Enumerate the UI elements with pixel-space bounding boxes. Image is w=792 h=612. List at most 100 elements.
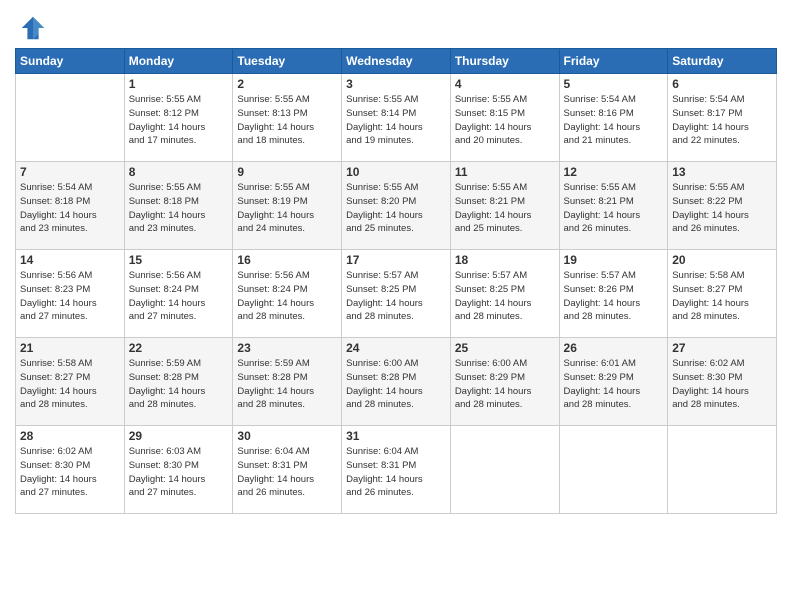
day-info: Sunrise: 5:57 AM Sunset: 8:26 PM Dayligh… <box>564 269 664 324</box>
calendar-week-row: 14 Sunrise: 5:56 AM Sunset: 8:23 PM Dayli… <box>16 250 777 338</box>
day-info: Sunrise: 5:55 AM Sunset: 8:21 PM Dayligh… <box>455 181 555 236</box>
calendar-table: SundayMondayTuesdayWednesdayThursdayFrid… <box>15 48 777 514</box>
day-info: Sunrise: 5:54 AM Sunset: 8:16 PM Dayligh… <box>564 93 664 148</box>
calendar-cell: 24Sunrise: 6:00 AM Sunset: 8:28 PM Dayli… <box>342 338 451 426</box>
day-info: Sunrise: 5:55 AM Sunset: 8:18 PM Dayligh… <box>129 181 229 236</box>
calendar-cell: 26 Sunrise: 6:01 AM Sunset: 8:29 PM Dayli… <box>559 338 668 426</box>
day-number: 26 <box>564 341 664 355</box>
calendar-header-saturday: Saturday <box>668 49 777 74</box>
day-number: 19 <box>564 253 664 267</box>
day-info: Sunrise: 5:57 AM Sunset: 8:25 PM Dayligh… <box>346 269 446 324</box>
calendar-cell <box>559 426 668 514</box>
page: SundayMondayTuesdayWednesdayThursdayFrid… <box>0 0 792 612</box>
calendar-cell: 25 Sunrise: 6:00 AM Sunset: 8:29 PM Dayli… <box>450 338 559 426</box>
day-number: 25 <box>455 341 555 355</box>
calendar-week-row: 21Sunrise: 5:58 AM Sunset: 8:27 PM Dayli… <box>16 338 777 426</box>
day-info: Sunrise: 5:55 AM Sunset: 8:21 PM Dayligh… <box>564 181 664 236</box>
day-number: 30 <box>237 429 337 443</box>
calendar-cell: 31Sunrise: 6:04 AM Sunset: 8:31 PM Dayli… <box>342 426 451 514</box>
calendar-header-tuesday: Tuesday <box>233 49 342 74</box>
header <box>15 10 777 42</box>
calendar-cell: 13 Sunrise: 5:55 AM Sunset: 8:22 PM Dayli… <box>668 162 777 250</box>
calendar-cell: 30 Sunrise: 6:04 AM Sunset: 8:31 PM Dayli… <box>233 426 342 514</box>
calendar-cell: 11Sunrise: 5:55 AM Sunset: 8:21 PM Dayli… <box>450 162 559 250</box>
calendar-week-row: 28 Sunrise: 6:02 AM Sunset: 8:30 PM Dayli… <box>16 426 777 514</box>
calendar-cell: 3Sunrise: 5:55 AM Sunset: 8:14 PM Daylig… <box>342 74 451 162</box>
calendar-cell: 10 Sunrise: 5:55 AM Sunset: 8:20 PM Dayli… <box>342 162 451 250</box>
day-number: 14 <box>20 253 120 267</box>
calendar-cell: 28 Sunrise: 6:02 AM Sunset: 8:30 PM Dayli… <box>16 426 125 514</box>
calendar-cell: 4 Sunrise: 5:55 AM Sunset: 8:15 PM Daylig… <box>450 74 559 162</box>
day-number: 18 <box>455 253 555 267</box>
day-number: 16 <box>237 253 337 267</box>
calendar-header-monday: Monday <box>124 49 233 74</box>
calendar-cell: 15 Sunrise: 5:56 AM Sunset: 8:24 PM Dayli… <box>124 250 233 338</box>
day-info: Sunrise: 6:02 AM Sunset: 8:30 PM Dayligh… <box>672 357 772 412</box>
day-number: 17 <box>346 253 446 267</box>
day-number: 4 <box>455 77 555 91</box>
day-info: Sunrise: 5:57 AM Sunset: 8:25 PM Dayligh… <box>455 269 555 324</box>
calendar-cell: 9 Sunrise: 5:55 AM Sunset: 8:19 PM Daylig… <box>233 162 342 250</box>
day-info: Sunrise: 6:04 AM Sunset: 8:31 PM Dayligh… <box>237 445 337 500</box>
day-info: Sunrise: 5:59 AM Sunset: 8:28 PM Dayligh… <box>129 357 229 412</box>
calendar-cell: 6 Sunrise: 5:54 AM Sunset: 8:17 PM Daylig… <box>668 74 777 162</box>
day-number: 21 <box>20 341 120 355</box>
day-info: Sunrise: 6:03 AM Sunset: 8:30 PM Dayligh… <box>129 445 229 500</box>
day-number: 2 <box>237 77 337 91</box>
calendar-header-wednesday: Wednesday <box>342 49 451 74</box>
day-info: Sunrise: 5:56 AM Sunset: 8:24 PM Dayligh… <box>237 269 337 324</box>
day-number: 7 <box>20 165 120 179</box>
day-info: Sunrise: 5:55 AM Sunset: 8:15 PM Dayligh… <box>455 93 555 148</box>
day-info: Sunrise: 5:55 AM Sunset: 8:22 PM Dayligh… <box>672 181 772 236</box>
calendar-header-friday: Friday <box>559 49 668 74</box>
day-number: 8 <box>129 165 229 179</box>
calendar-cell: 12 Sunrise: 5:55 AM Sunset: 8:21 PM Dayli… <box>559 162 668 250</box>
calendar-cell: 1 Sunrise: 5:55 AM Sunset: 8:12 PM Daylig… <box>124 74 233 162</box>
calendar-cell: 21Sunrise: 5:58 AM Sunset: 8:27 PM Dayli… <box>16 338 125 426</box>
calendar-header-row: SundayMondayTuesdayWednesdayThursdayFrid… <box>16 49 777 74</box>
day-number: 13 <box>672 165 772 179</box>
calendar-cell <box>450 426 559 514</box>
day-info: Sunrise: 5:56 AM Sunset: 8:24 PM Dayligh… <box>129 269 229 324</box>
calendar-cell: 2 Sunrise: 5:55 AM Sunset: 8:13 PM Daylig… <box>233 74 342 162</box>
day-number: 5 <box>564 77 664 91</box>
day-info: Sunrise: 5:56 AM Sunset: 8:23 PM Dayligh… <box>20 269 120 324</box>
calendar-cell: 19 Sunrise: 5:57 AM Sunset: 8:26 PM Dayli… <box>559 250 668 338</box>
calendar-cell: 17 Sunrise: 5:57 AM Sunset: 8:25 PM Dayli… <box>342 250 451 338</box>
day-info: Sunrise: 6:00 AM Sunset: 8:29 PM Dayligh… <box>455 357 555 412</box>
day-number: 22 <box>129 341 229 355</box>
day-info: Sunrise: 5:55 AM Sunset: 8:14 PM Dayligh… <box>346 93 446 148</box>
day-info: Sunrise: 5:55 AM Sunset: 8:19 PM Dayligh… <box>237 181 337 236</box>
day-number: 27 <box>672 341 772 355</box>
calendar-cell <box>668 426 777 514</box>
day-number: 6 <box>672 77 772 91</box>
day-number: 15 <box>129 253 229 267</box>
logo-icon <box>19 14 47 42</box>
day-number: 28 <box>20 429 120 443</box>
day-info: Sunrise: 5:55 AM Sunset: 8:20 PM Dayligh… <box>346 181 446 236</box>
calendar-cell: 18 Sunrise: 5:57 AM Sunset: 8:25 PM Dayli… <box>450 250 559 338</box>
day-number: 29 <box>129 429 229 443</box>
day-info: Sunrise: 6:02 AM Sunset: 8:30 PM Dayligh… <box>20 445 120 500</box>
day-number: 1 <box>129 77 229 91</box>
calendar-cell <box>16 74 125 162</box>
calendar-cell: 16 Sunrise: 5:56 AM Sunset: 8:24 PM Dayli… <box>233 250 342 338</box>
day-info: Sunrise: 6:00 AM Sunset: 8:28 PM Dayligh… <box>346 357 446 412</box>
day-info: Sunrise: 5:58 AM Sunset: 8:27 PM Dayligh… <box>672 269 772 324</box>
calendar-header-thursday: Thursday <box>450 49 559 74</box>
day-info: Sunrise: 5:55 AM Sunset: 8:13 PM Dayligh… <box>237 93 337 148</box>
day-number: 31 <box>346 429 446 443</box>
calendar-cell: 23Sunrise: 5:59 AM Sunset: 8:28 PM Dayli… <box>233 338 342 426</box>
day-info: Sunrise: 5:55 AM Sunset: 8:12 PM Dayligh… <box>129 93 229 148</box>
calendar-cell: 14 Sunrise: 5:56 AM Sunset: 8:23 PM Dayli… <box>16 250 125 338</box>
calendar-header-sunday: Sunday <box>16 49 125 74</box>
calendar-cell: 5 Sunrise: 5:54 AM Sunset: 8:16 PM Daylig… <box>559 74 668 162</box>
calendar-cell: 29 Sunrise: 6:03 AM Sunset: 8:30 PM Dayli… <box>124 426 233 514</box>
day-number: 10 <box>346 165 446 179</box>
day-number: 12 <box>564 165 664 179</box>
calendar-cell: 8 Sunrise: 5:55 AM Sunset: 8:18 PM Daylig… <box>124 162 233 250</box>
day-info: Sunrise: 6:01 AM Sunset: 8:29 PM Dayligh… <box>564 357 664 412</box>
calendar-cell: 7Sunrise: 5:54 AM Sunset: 8:18 PM Daylig… <box>16 162 125 250</box>
day-number: 9 <box>237 165 337 179</box>
day-info: Sunrise: 5:54 AM Sunset: 8:17 PM Dayligh… <box>672 93 772 148</box>
